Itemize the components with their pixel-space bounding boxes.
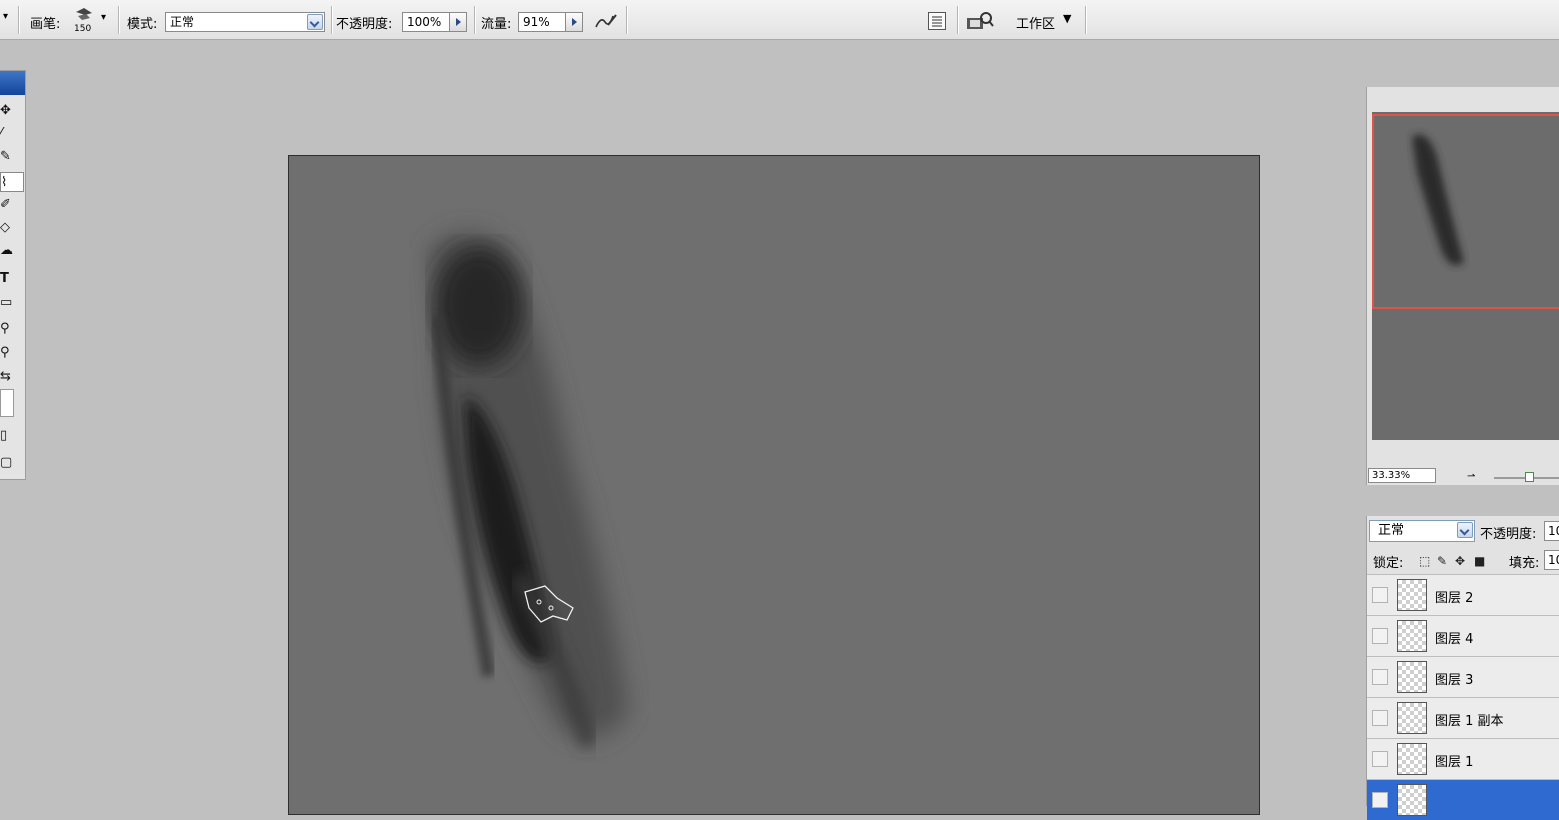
options-divider [957,6,959,34]
move-tool-icon[interactable]: ✥ [0,101,24,121]
chevron-down-icon: ▼ [1063,12,1072,25]
lock-label: 锁定: [1373,556,1404,571]
layer-row[interactable]: 图层 1 [1367,738,1559,779]
brush-size-value: 150 [74,24,92,34]
layer-name[interactable]: 图层 1 [1435,751,1473,770]
blend-mode-value: 正常 [1378,523,1405,538]
layer-thumbnail[interactable] [1397,743,1427,775]
layer-name[interactable]: 图层 3 [1435,669,1473,688]
layer-thumbnail[interactable] [1397,784,1427,816]
shape-tool-icon[interactable]: ▭ [0,293,24,313]
mode-select[interactable]: 正常 [165,12,325,32]
layers-panel: 正常 不透明度: 10 锁定: ⬚ ✎ ✥ ■ 填充: 10 图层 2 图层 4 图… [1366,516,1559,820]
layer-name[interactable]: 图层 1 副本 [1435,710,1504,729]
palette-well-icon[interactable] [928,12,946,30]
brush-preset-picker[interactable]: 150 [72,6,96,36]
layer-opacity-input[interactable]: 10 [1544,521,1559,541]
type-tool-icon[interactable]: T [0,269,24,289]
brush-label: 画笔: [30,17,61,32]
layer-row[interactable]: 图层 4 [1367,615,1559,656]
options-divider [626,6,628,34]
flow-slider-button[interactable] [565,12,583,32]
options-divider [474,6,476,34]
flow-label: 流量: [481,17,512,32]
layer-row[interactable]: 图层 2 [1367,574,1559,615]
layer-visibility-toggle[interactable] [1372,792,1388,808]
workspace-menu[interactable]: 工作区 ▼ [1010,11,1080,32]
chevron-down-icon[interactable] [1457,522,1473,538]
mode-label: 模式: [127,17,158,32]
layer-name[interactable]: 图层 4 [1435,628,1473,647]
tool-palette: ✥ ⁄ ✎ ⌇ ✐ ◇ ☁ T ▭ ⚲ ⚲ ⇆ ▯ ▢ [0,70,26,480]
options-divider [118,6,120,34]
layer-visibility-toggle[interactable] [1372,669,1388,685]
fill-label: 填充: [1509,556,1540,571]
mode-select-value: 正常 [170,15,195,29]
layer-visibility-toggle[interactable] [1372,587,1388,603]
lock-image-icon[interactable]: ✎ [1437,554,1447,568]
brush-picker-arrow-icon[interactable]: ▾ [101,12,106,23]
layer-opacity-label: 不透明度: [1480,527,1537,542]
layer-row[interactable] [1367,779,1559,820]
layer-name[interactable]: 图层 2 [1435,587,1473,606]
swap-colors-icon[interactable]: ⇆ [0,367,24,387]
options-divider [18,6,20,34]
standard-mode-icon[interactable]: ▯ [0,426,24,446]
chevron-down-icon[interactable] [307,14,323,30]
bridge-icon[interactable] [966,11,994,31]
opacity-slider-button[interactable] [449,12,467,32]
options-divider [331,6,333,34]
layer-row[interactable]: 图层 1 副本 [1367,697,1559,738]
smudge-tool-icon[interactable]: ☁ [0,241,24,261]
magic-wand-tool-icon[interactable]: ⁄ [0,124,24,144]
blend-mode-select[interactable]: 正常 [1369,520,1475,542]
layer-visibility-toggle[interactable] [1372,710,1388,726]
zoom-out-icon[interactable]: ⇀ [1467,471,1475,482]
layer-visibility-toggle[interactable] [1372,628,1388,644]
lock-transparency-icon[interactable]: ⬚ [1419,554,1430,568]
eyedropper-tool-icon[interactable]: ⚲ [0,319,24,339]
navigator-zoom-slider-thumb[interactable] [1525,472,1534,482]
tool-preset-arrow-icon[interactable]: ▾ [3,11,8,22]
history-brush-tool-icon[interactable]: ✐ [0,195,24,215]
brush-tip-icon [76,8,92,20]
options-bar: ▾ 画笔: 150 ▾ 模式: 正常 不透明度: 100% 流量: 91% 工作… [0,0,1559,40]
document-canvas[interactable] [288,155,1260,815]
options-divider [1085,6,1087,34]
navigator-zoom-input[interactable]: 33.33% [1368,468,1436,483]
layer-thumbnail[interactable] [1397,661,1427,693]
brush-stroke-artwork [429,232,629,749]
lock-all-icon[interactable]: ■ [1474,554,1485,568]
layer-thumbnail[interactable] [1397,579,1427,611]
paint-bucket-tool-icon[interactable]: ◇ [0,218,24,238]
screen-mode-icon[interactable]: ▢ [0,453,24,473]
navigator-panel: 33.33% ⇀ [1366,87,1559,485]
navigator-thumbnail[interactable] [1372,112,1559,440]
workspace-label: 工作区 [1016,17,1056,32]
flow-input[interactable]: 91% [518,12,566,32]
zoom-tool-icon[interactable]: ⚲ [0,343,24,363]
healing-brush-tool-icon[interactable]: ✎ [0,147,24,167]
tool-palette-header[interactable] [0,71,25,95]
navigator-view-box[interactable] [1372,114,1559,309]
airbrush-icon[interactable] [593,10,619,32]
brush-tool-icon[interactable]: ⌇ [0,172,24,192]
fill-input[interactable]: 10 [1544,550,1559,570]
layer-visibility-toggle[interactable] [1372,751,1388,767]
opacity-input[interactable]: 100% [402,12,450,32]
background-color-swatch[interactable] [0,389,14,417]
layer-thumbnail[interactable] [1397,702,1427,734]
layer-row[interactable]: 图层 3 [1367,656,1559,697]
lock-position-icon[interactable]: ✥ [1455,554,1465,568]
opacity-label: 不透明度: [336,17,393,32]
layer-thumbnail[interactable] [1397,620,1427,652]
